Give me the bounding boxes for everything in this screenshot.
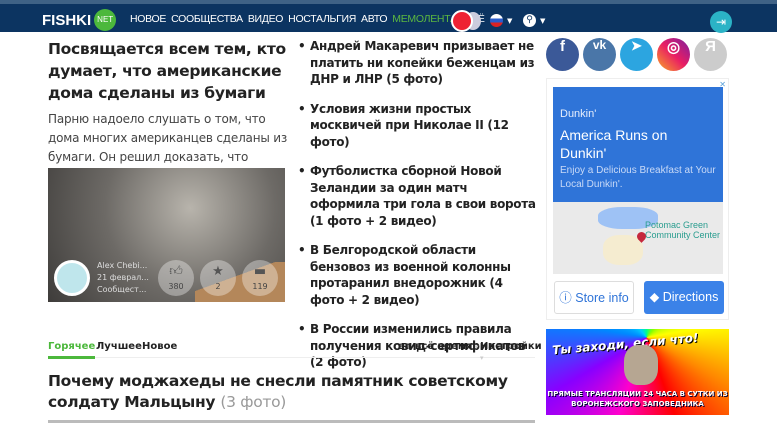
tab-new[interactable]: Новое: [142, 341, 177, 352]
nav-item-new[interactable]: НОВОЕ: [130, 13, 166, 25]
login-icon[interactable]: ⇥: [710, 11, 732, 33]
period-dropdown[interactable]: за всё время: [399, 341, 478, 352]
feed-tabs: Горячее Лучшее Новое за всё время Настро…: [48, 338, 542, 359]
nav-item-communities[interactable]: СООБЩЕСТВА: [171, 13, 243, 25]
social-links: f vk ➤ ◎ Я: [546, 38, 727, 71]
map-park: [603, 235, 643, 265]
language-flag-icon[interactable]: [490, 14, 503, 27]
ad-brand: Dunkin': [560, 108, 597, 120]
ad-headline: America Runs on Dunkin': [560, 127, 668, 161]
news-item[interactable]: Андрей Макаревич призывает не платить ни…: [298, 38, 538, 88]
vk-icon[interactable]: vk: [583, 38, 616, 71]
thumbs-up-icon: 👍︎: [169, 264, 183, 279]
post-meta: Alex Chebi... 21 феврал... Сообщест...: [97, 260, 149, 296]
like-button[interactable]: 👍︎ 380: [158, 260, 194, 296]
chevron-down-icon[interactable]: ▼: [540, 17, 545, 25]
article-title[interactable]: Почему моджахеды не снесли памятник сове…: [48, 371, 528, 413]
lead-image[interactable]: Alex Chebi... 21 феврал... Сообщест... 👍…: [48, 168, 285, 302]
favorite-button[interactable]: ★ 2: [200, 260, 236, 296]
news-item[interactable]: Футболистка сборной Новой Зеландии за од…: [298, 163, 538, 229]
nav-item-nostalgia[interactable]: НОСТАЛЬГИЯ: [288, 13, 356, 25]
news-item[interactable]: В Белгородской области бензовоз из военн…: [298, 242, 538, 308]
store-info-label: Store info: [575, 291, 629, 305]
news-list: Андрей Макаревич призывает не платить ни…: [298, 38, 538, 384]
telegram-icon[interactable]: ➤: [620, 38, 653, 71]
news-item[interactable]: Условия жизни простых москвичей при Нико…: [298, 101, 538, 151]
facebook-icon[interactable]: f: [546, 38, 579, 71]
chevron-down-icon[interactable]: ▼: [507, 17, 512, 25]
comment-count: 119: [252, 282, 268, 291]
main-menu: НОВОЕ СООБЩЕСТВА ВИДЕО НОСТАЛЬГИЯ АВТО М…: [130, 13, 485, 25]
search-icon[interactable]: ⚲: [523, 14, 536, 27]
nav-item-auto[interactable]: АВТО: [361, 13, 388, 25]
tab-hot[interactable]: Горячее: [48, 341, 96, 359]
article-photo-count: (3 фото): [220, 393, 287, 411]
ad-subtext: Enjoy a Delicious Breakfast at Your Loca…: [560, 165, 716, 190]
author-avatar[interactable]: [54, 260, 90, 296]
user-avatar[interactable]: [451, 10, 473, 32]
instagram-icon[interactable]: ◎: [657, 38, 690, 71]
logo-text: FISHKI: [42, 11, 92, 29]
lead-title[interactable]: Посвящается всем тем, кто думает, что ам…: [48, 38, 288, 104]
post-community[interactable]: Сообщест...: [97, 284, 149, 296]
map-place-label: Potomac Green Community Center: [645, 220, 721, 240]
logo-badge: NET: [94, 9, 117, 31]
tab-best[interactable]: Лучшее: [96, 341, 142, 352]
settings-dropdown[interactable]: Настройки: [480, 341, 542, 363]
like-count: 380: [168, 282, 184, 291]
banner-caption: ПРЯМЫЕ ТРАНСЛЯЦИИ 24 ЧАСА В СУТКИ ИЗ ВОР…: [547, 390, 728, 408]
info-icon: ⓘ: [559, 291, 576, 305]
comments-button[interactable]: ▬ 119: [242, 260, 278, 296]
nav-item-video[interactable]: ВИДЕО: [248, 13, 284, 25]
ad-header[interactable]: Dunkin' America Runs on Dunkin' Enjoy a …: [553, 87, 723, 202]
comment-icon: ▬: [253, 264, 267, 279]
nav-item-memolenta[interactable]: МЕМОЛЕНТА: [392, 13, 457, 25]
favorite-count: 2: [215, 282, 221, 291]
yandex-icon[interactable]: Я: [694, 38, 727, 71]
star-icon: ★: [212, 264, 224, 279]
ad-dunkin[interactable]: ✕ Dunkin' America Runs on Dunkin' Enjoy …: [546, 78, 729, 320]
banner-dog-image: [624, 345, 658, 385]
directions-icon: ◆: [649, 290, 663, 304]
top-nav: FISHKI NET НОВОЕ СООБЩЕСТВА ВИДЕО НОСТАЛЬ…: [0, 4, 777, 33]
logo[interactable]: FISHKI NET: [42, 9, 117, 31]
ad-map[interactable]: Potomac Green Community Center: [553, 202, 723, 274]
author-name[interactable]: Alex Chebi...: [97, 260, 149, 272]
store-info-button[interactable]: ⓘ Store info: [554, 281, 634, 314]
post-date: 21 феврал...: [97, 273, 149, 282]
directions-label: Directions: [662, 290, 719, 304]
directions-button[interactable]: ◆ Directions: [644, 281, 724, 314]
promo-banner[interactable]: Ты заходи, если что! ПРЯМЫЕ ТРАНСЛЯЦИИ 2…: [546, 329, 729, 415]
